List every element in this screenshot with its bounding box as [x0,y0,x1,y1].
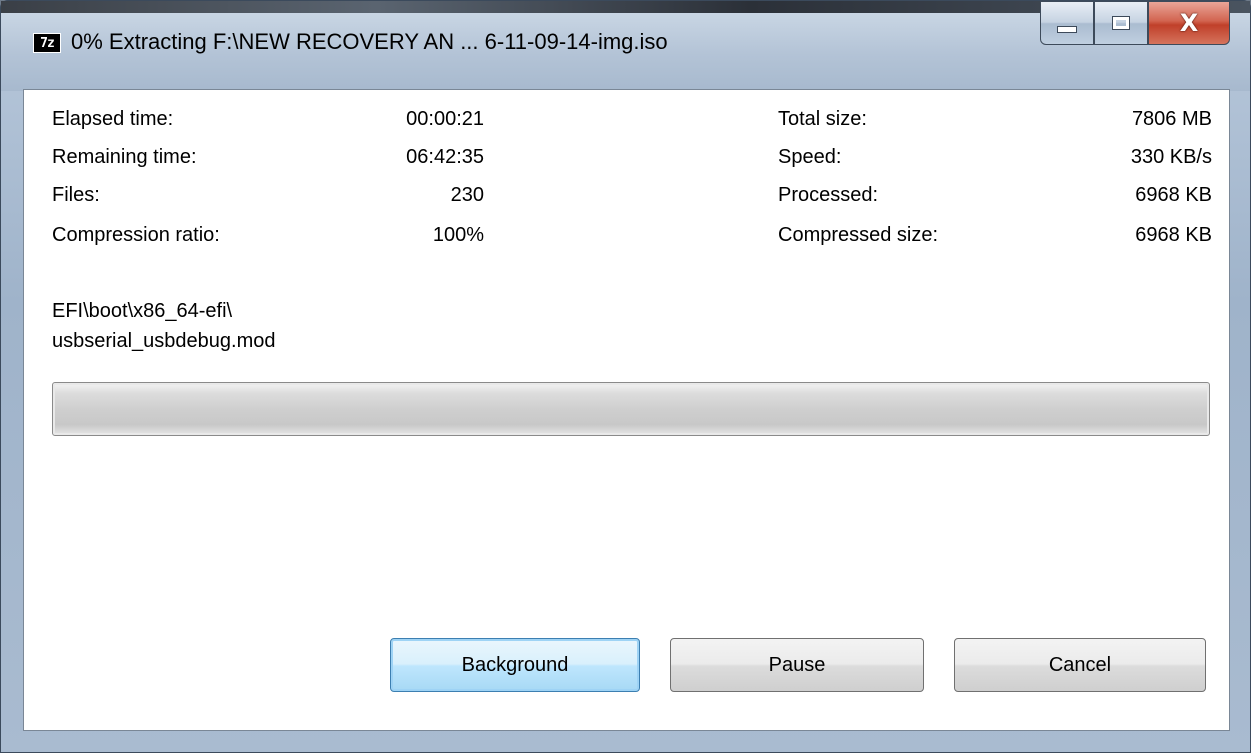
dialog-body: Elapsed time: 00:00:21 Remaining time: 0… [23,89,1230,731]
7zip-app-icon: 7z [33,33,61,53]
window-controls: X [1040,1,1230,47]
title-bar[interactable]: 7z 0% Extracting F:\NEW RECOVERY AN ... … [1,1,1250,91]
total-size-label: Total size: [778,108,867,130]
extraction-progress-window: 7z 0% Extracting F:\NEW RECOVERY AN ... … [0,0,1251,753]
close-icon: X [1179,9,1199,37]
background-button[interactable]: Background [390,638,640,692]
minimize-icon [1057,25,1077,33]
minimize-button[interactable] [1040,1,1094,45]
remaining-time-value: 06:42:35 [406,146,484,168]
compression-ratio-label: Compression ratio: [52,224,220,246]
processed-label: Processed: [778,184,879,206]
current-file-name: usbserial_usbdebug.mod [52,330,276,352]
compressed-size-value: 6968 KB [1135,224,1212,246]
speed-value: 330 KB/s [1130,146,1212,168]
processed-value: 6968 KB [1135,184,1212,206]
pause-button[interactable]: Pause [670,638,924,692]
remaining-time-label: Remaining time: [52,146,197,168]
cancel-button[interactable]: Cancel [954,638,1206,692]
files-value: 230 [450,184,484,206]
current-folder-path: EFI\boot\x86_64-efi\ [52,300,233,322]
compressed-size-label: Compressed size: [778,224,939,246]
compression-ratio-value: 100% [432,224,484,246]
close-button[interactable]: X [1148,1,1230,45]
extraction-progress-bar [52,382,1210,436]
files-label: Files: [52,184,100,206]
maximize-button[interactable] [1094,1,1148,45]
elapsed-time-label: Elapsed time: [52,108,174,130]
maximize-icon [1112,16,1130,30]
elapsed-time-value: 00:00:21 [406,108,484,130]
window-title: 0% Extracting F:\NEW RECOVERY AN ... 6-1… [71,29,668,54]
total-size-value: 7806 MB [1131,108,1212,130]
speed-label: Speed: [778,146,842,168]
